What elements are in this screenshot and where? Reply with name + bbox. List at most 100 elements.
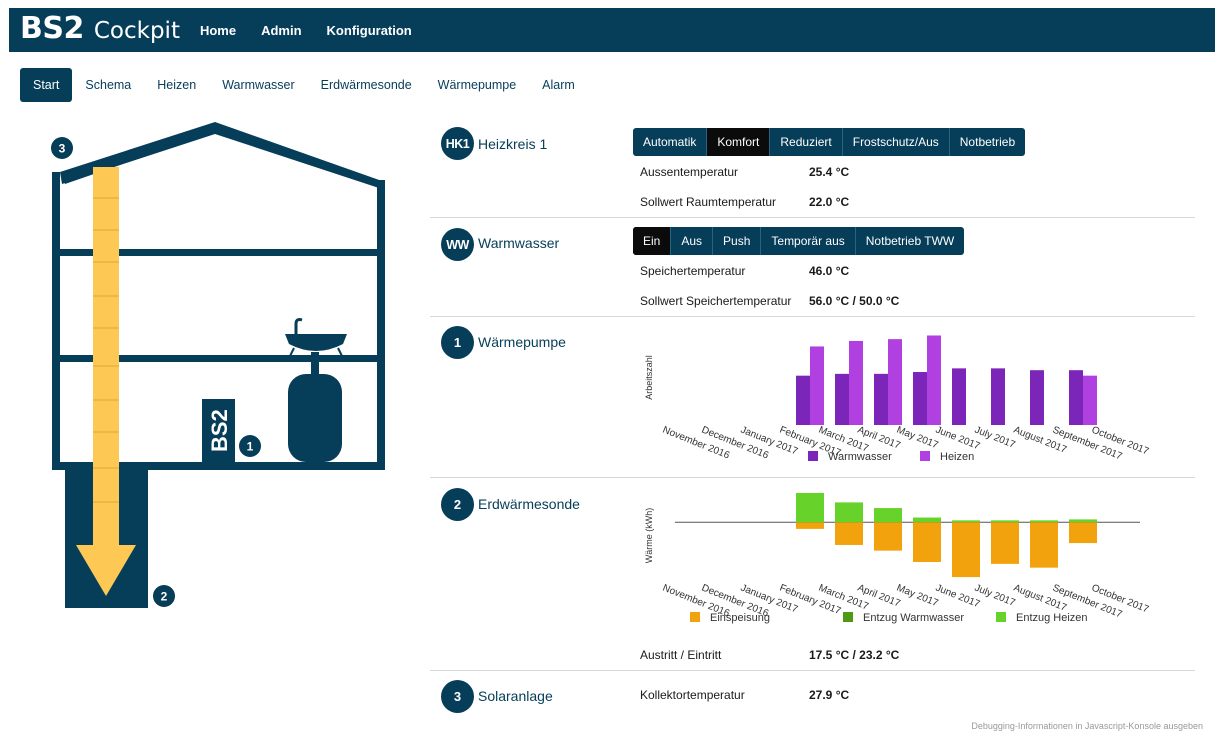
legend-label: Entzug Warmwasser — [863, 612, 964, 624]
ww-storage-setpoint-value: 56.0 °C / 50.0 °C — [809, 294, 900, 308]
hk1-outdoor-temp-label: Aussentemperatur — [640, 165, 739, 179]
ews-badge: 2 — [441, 488, 474, 521]
bar-warmwasser-8[interactable] — [1030, 370, 1044, 425]
tab-erdwaermesonde[interactable]: Erdwärmesonde — [308, 68, 425, 102]
device-label: BS2 — [207, 409, 232, 452]
bar-einspeisung-4[interactable] — [874, 522, 902, 551]
hk1-room-setpoint-value: 22.0 °C — [809, 195, 850, 209]
bar-entzug-heizen-8[interactable] — [1030, 520, 1058, 523]
bar-einspeisung-7[interactable] — [991, 522, 1019, 564]
hk1-mode-komfort[interactable]: Komfort — [707, 128, 771, 156]
y-axis-label: Wärme (kWh) — [644, 508, 654, 564]
legend-label: Heizen — [940, 451, 974, 463]
bar-einspeisung-2[interactable] — [796, 522, 824, 529]
x-tick-label: July 2017 — [973, 583, 1017, 609]
bar-einspeisung-8[interactable] — [1030, 522, 1058, 568]
ww-title: Warmwasser — [478, 235, 560, 251]
nav-konfiguration[interactable]: Konfiguration — [327, 23, 412, 38]
ww-mode-temporaer-aus[interactable]: Temporär aus — [761, 227, 856, 255]
bar-entzug-heizen-4[interactable] — [874, 508, 902, 523]
wp-chart: ArbeitszahlNovember 2016December 2016Jan… — [644, 335, 1151, 463]
bar-entzug-heizen-3[interactable] — [835, 502, 863, 523]
marker-1-label: 1 — [247, 440, 254, 454]
bar-warmwasser-7[interactable] — [991, 368, 1005, 425]
bar-warmwasser-3[interactable] — [835, 373, 849, 425]
hk1-mode-notbetrieb[interactable]: Notbetrieb — [950, 128, 1025, 156]
debug-note[interactable]: Debugging-Informationen in Javascript-Ko… — [971, 721, 1203, 731]
app-brand[interactable]: BS2 Cockpit — [20, 7, 180, 53]
bar-einspeisung-6[interactable] — [952, 522, 980, 578]
bar-heizen-4[interactable] — [888, 339, 902, 425]
ww-storage-temp-label: Speichertemperatur — [640, 264, 746, 278]
house-left-wall — [52, 172, 60, 470]
nav-admin[interactable]: Admin — [261, 23, 301, 38]
y-axis-label: Arbeitszahl — [644, 355, 654, 400]
hk1-mode-frostschutz[interactable]: Frostschutz/Aus — [843, 128, 950, 156]
legend-swatch — [996, 612, 1006, 622]
legend-label: Einspeisung — [710, 612, 770, 624]
bar-warmwasser-2[interactable] — [796, 375, 810, 425]
solar-badge: 3 — [441, 680, 474, 713]
ww-mode-push[interactable]: Push — [713, 227, 762, 255]
ww-mode-ein[interactable]: Ein — [633, 227, 672, 255]
ww-storage-setpoint-label: Sollwert Speichertemperatur — [640, 294, 792, 308]
wp-title: Wärmepumpe — [478, 334, 566, 350]
divider-ews — [430, 670, 1195, 671]
hk1-mode-reduziert[interactable]: Reduziert — [770, 128, 843, 156]
tab-warmwasser[interactable]: Warmwasser — [209, 68, 307, 102]
marker-3-label: 3 — [59, 142, 66, 156]
bar-heizen-5[interactable] — [927, 335, 941, 425]
tab-start[interactable]: Start — [20, 68, 73, 102]
ews-title: Erdwärmesonde — [478, 496, 580, 512]
ww-storage-temp-value: 46.0 °C — [809, 264, 850, 278]
tab-heizen[interactable]: Heizen — [144, 68, 209, 102]
bar-einspeisung-3[interactable] — [835, 522, 863, 545]
solar-panel-icon — [62, 124, 216, 184]
house-schematic: BS2 1 2 3 — [51, 122, 385, 608]
bar-warmwasser-5[interactable] — [913, 372, 927, 425]
bar-einspeisung-5[interactable] — [913, 522, 941, 562]
x-tick-label: May 2017 — [895, 583, 940, 610]
bar-heizen-9[interactable] — [1083, 375, 1097, 425]
legend-swatch — [808, 451, 818, 461]
ww-mode-group: Ein Aus Push Temporär aus Notbetrieb TWW — [633, 227, 965, 255]
ews-outlet-inlet-value: 17.5 °C / 23.2 °C — [809, 648, 900, 662]
hk1-title: Heizkreis 1 — [478, 136, 548, 152]
x-tick-label: May 2017 — [895, 425, 940, 452]
bar-entzug-heizen-7[interactable] — [991, 520, 1019, 523]
ww-mode-aus[interactable]: Aus — [671, 227, 714, 255]
ews-outlet-inlet-label: Austritt / Eintritt — [640, 648, 722, 662]
bar-entzug-heizen-6[interactable] — [952, 520, 980, 523]
marker-2-label: 2 — [161, 590, 168, 604]
legend-swatch — [690, 612, 700, 622]
solar-collector-temp-label: Kollektortemperatur — [640, 688, 745, 702]
bar-heizen-3[interactable] — [849, 340, 863, 425]
tab-waermepumpe[interactable]: Wärmepumpe — [425, 68, 530, 102]
bar-entzug-heizen-2[interactable] — [796, 492, 824, 523]
house-right-wall — [377, 180, 385, 470]
tab-alarm[interactable]: Alarm — [529, 68, 588, 102]
faucet-icon — [294, 318, 303, 334]
legend-swatch — [843, 612, 853, 622]
hk1-mode-automatik[interactable]: Automatik — [633, 128, 708, 156]
bar-warmwasser-9[interactable] — [1069, 370, 1083, 425]
solar-title: Solaranlage — [478, 688, 553, 704]
hk1-room-setpoint-label: Sollwert Raumtemperatur — [640, 195, 777, 209]
hk1-outdoor-temp-value: 25.4 °C — [809, 165, 850, 179]
ww-mode-notbetrieb[interactable]: Notbetrieb TWW — [856, 227, 964, 255]
bar-warmwasser-6[interactable] — [952, 368, 966, 425]
brand-name: Cockpit — [93, 18, 180, 44]
solar-collector-temp-value: 27.9 °C — [809, 688, 850, 702]
bar-entzug-heizen-5[interactable] — [913, 517, 941, 523]
nav-home[interactable]: Home — [200, 23, 236, 38]
bar-einspeisung-9[interactable] — [1069, 522, 1097, 544]
legend-label: Entzug Heizen — [1016, 612, 1088, 624]
ews-chart: Wärme (kWh)November 2016December 2016Jan… — [644, 492, 1151, 624]
bar-heizen-2[interactable] — [810, 346, 824, 425]
divider-ww — [430, 316, 1195, 317]
bar-warmwasser-4[interactable] — [874, 373, 888, 425]
wp-badge: 1 — [441, 326, 474, 359]
bar-entzug-heizen-9[interactable] — [1069, 519, 1097, 523]
hot-water-tank — [288, 374, 342, 462]
tab-schema[interactable]: Schema — [72, 68, 144, 102]
